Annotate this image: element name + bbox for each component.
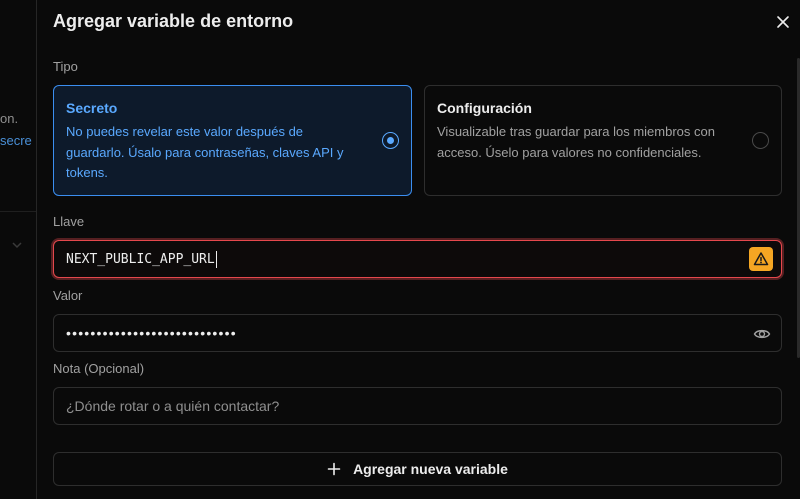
option-title: Configuración — [437, 100, 532, 116]
text-caret — [215, 250, 217, 268]
key-value: NEXT_PUBLIC_APP_URL — [66, 251, 215, 267]
plus-icon — [327, 462, 341, 476]
close-icon[interactable] — [775, 14, 791, 30]
type-option-config[interactable]: Configuración Visualizable tras guardar … — [424, 85, 782, 196]
option-description: Visualizable tras guardar para los miemb… — [437, 124, 715, 160]
radio-selected[interactable] — [382, 132, 399, 149]
option-description: No puedes revelar este valor después de … — [66, 124, 344, 180]
add-variable-button[interactable]: Agregar nueva variable — [53, 452, 782, 486]
masked-value: •••••••••••••••••••••••••••• — [66, 325, 237, 341]
radio-unselected[interactable] — [752, 132, 769, 149]
modal-title: Agregar variable de entorno — [53, 11, 294, 31]
add-env-variable-modal: Agregar variable de entorno Tipo Secreto… — [36, 0, 800, 499]
note-placeholder: ¿Dónde rotar o a quién contactar? — [66, 398, 280, 414]
add-variable-label: Agregar nueva variable — [353, 461, 508, 477]
background-divider — [0, 211, 36, 212]
type-option-secret[interactable]: Secreto No puedes revelar este valor des… — [53, 85, 412, 196]
eye-icon[interactable] — [753, 325, 771, 343]
background-link: secre — [0, 133, 32, 148]
note-input[interactable]: ¿Dónde rotar o a quién contactar? — [53, 387, 782, 425]
chevron-down-icon — [12, 242, 22, 249]
option-title: Secreto — [66, 100, 118, 116]
background-text: on. — [0, 111, 19, 126]
key-label: Llave — [53, 214, 85, 229]
type-label: Tipo — [53, 59, 78, 74]
key-input[interactable]: NEXT_PUBLIC_APP_URL — [53, 240, 782, 278]
value-input[interactable]: •••••••••••••••••••••••••••• — [53, 314, 782, 352]
warning-icon — [749, 247, 773, 271]
note-label: Nota (Opcional) — [53, 361, 145, 376]
background-page: on. secre — [0, 0, 36, 499]
value-label: Valor — [53, 288, 83, 303]
